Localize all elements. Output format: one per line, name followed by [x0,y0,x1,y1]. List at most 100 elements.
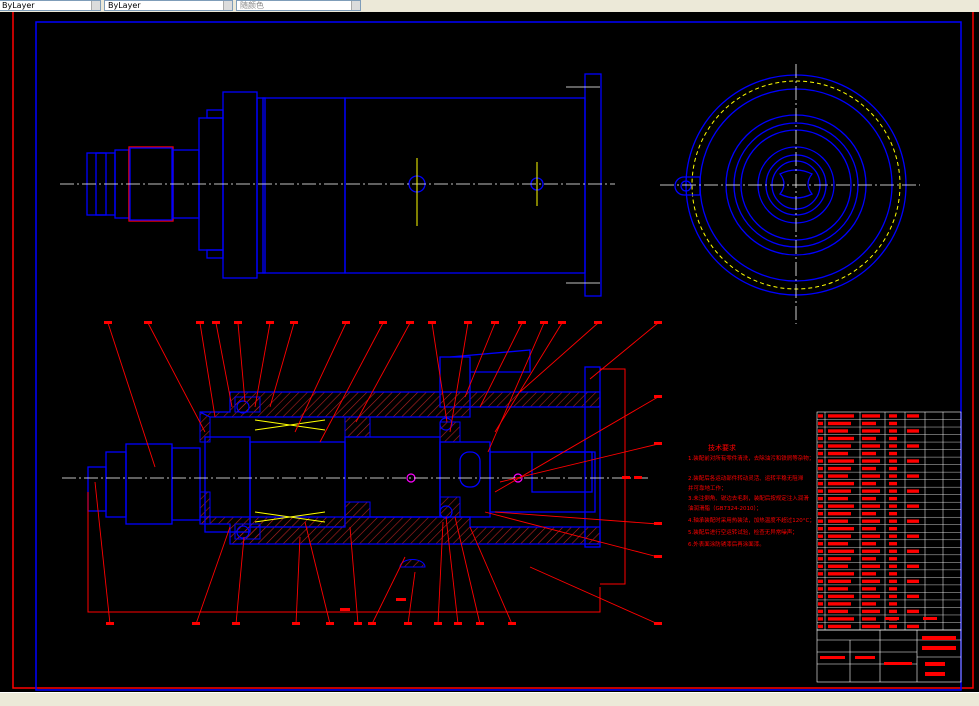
part-cell [889,481,897,486]
part-cell [889,609,897,614]
part-cell [907,624,919,629]
part-cell [828,444,851,448]
part-cell [818,519,823,523]
part-cell [818,564,823,568]
part-cell [889,549,897,553]
chevron-down-icon[interactable] [91,1,100,10]
part-cell [818,429,823,433]
part-cell [828,451,848,456]
part-cell [889,624,897,629]
part-cell [828,549,854,553]
part-cell [818,549,823,553]
part-cell [889,602,897,606]
drawing-canvas[interactable]: 技术要求 1.装配前对所有零件清洗，去除油污和铁屑等杂物； 2.装配后各运动部件… [0,7,979,692]
part-cell [818,511,823,516]
part-cell [828,421,851,426]
part-cell [889,579,897,584]
color-combo[interactable]: 随颜色 [236,0,361,11]
part-cell [889,527,897,531]
part-cell [818,481,823,486]
part-cell [862,481,876,486]
color-combo-value: 随颜色 [240,1,264,10]
side-view [86,73,602,297]
part-cell [907,444,919,448]
part-cell [818,542,823,546]
linetype-combo[interactable]: ByLayer [104,0,233,11]
part-cell [818,579,823,584]
part-cell [828,429,848,433]
part-cell [889,519,897,523]
part-cell [828,617,854,621]
part-cell [862,414,880,418]
part-cell [818,594,823,599]
part-cell [828,474,848,478]
part-cell [828,564,848,568]
part-cell [818,466,823,471]
part-cell [889,429,897,433]
part-cell [907,459,919,463]
part-cell [818,489,823,493]
part-cell [828,557,851,561]
part-cell [818,602,823,606]
part-cell [862,564,880,568]
part-cell [907,549,919,553]
part-cell [862,511,876,516]
part-cell [818,504,823,508]
layer-combo[interactable]: ByLayer [0,0,101,11]
chevron-down-icon[interactable] [223,1,232,10]
parts-list [816,411,962,631]
part-cell [818,496,823,501]
part-cell [862,587,876,591]
part-number-balloons [104,321,662,625]
part-cell [889,436,897,441]
sheet-border [12,7,974,689]
notes-line: 油润滑脂（GB7324-2010）； [688,504,762,512]
part-cell [828,609,848,614]
part-cell [889,504,897,508]
part-cell [828,466,851,471]
part-cell [889,542,897,546]
cad-drawing: 技术要求 1.装配前对所有零件清洗，去除油污和铁屑等杂物； 2.装配后各运动部件… [12,7,974,691]
part-cell [907,489,919,493]
part-cell [862,542,876,546]
part-cell [828,481,854,486]
notes-line: 4.轴承装配时采用热装法，加热温度不超过120°C； [688,516,815,524]
part-cell [818,587,823,591]
part-cell [862,474,880,478]
part-cell [907,504,919,508]
end-view-centerlines [660,64,920,324]
part-cell [862,444,880,448]
part-cell [862,527,876,531]
part-cell [889,572,897,576]
notes-line: 6.外表面涂防锈漆后再涂面漆。 [688,540,765,548]
part-cell [907,534,919,538]
part-cell [889,534,897,538]
section-view [87,349,626,613]
chevron-down-icon[interactable] [351,1,360,10]
part-cell [889,421,897,426]
part-cell [818,414,823,418]
part-cell [828,579,851,584]
technical-notes: 技术要求 1.装配前对所有零件清洗，去除油污和铁屑等杂物； 2.装配后各运动部件… [688,443,815,548]
part-cell [862,549,880,553]
linetype-combo-value: ByLayer [108,1,141,10]
part-cell [828,489,851,493]
part-cell [828,436,854,441]
part-cell [818,557,823,561]
layer-combo-value: ByLayer [2,1,35,10]
part-cell [907,429,919,433]
status-bar [0,692,979,706]
part-cell [907,594,919,599]
notes-title: 技术要求 [708,443,736,452]
part-cell [818,572,823,576]
part-cell [862,534,880,538]
part-cell [828,624,851,629]
part-cell [862,579,880,584]
part-cell [889,459,897,463]
part-cell [828,504,854,508]
part-cell [828,534,851,538]
part-cell [889,564,897,568]
part-cell [889,444,897,448]
part-cell [828,459,854,463]
part-cell [862,496,876,501]
